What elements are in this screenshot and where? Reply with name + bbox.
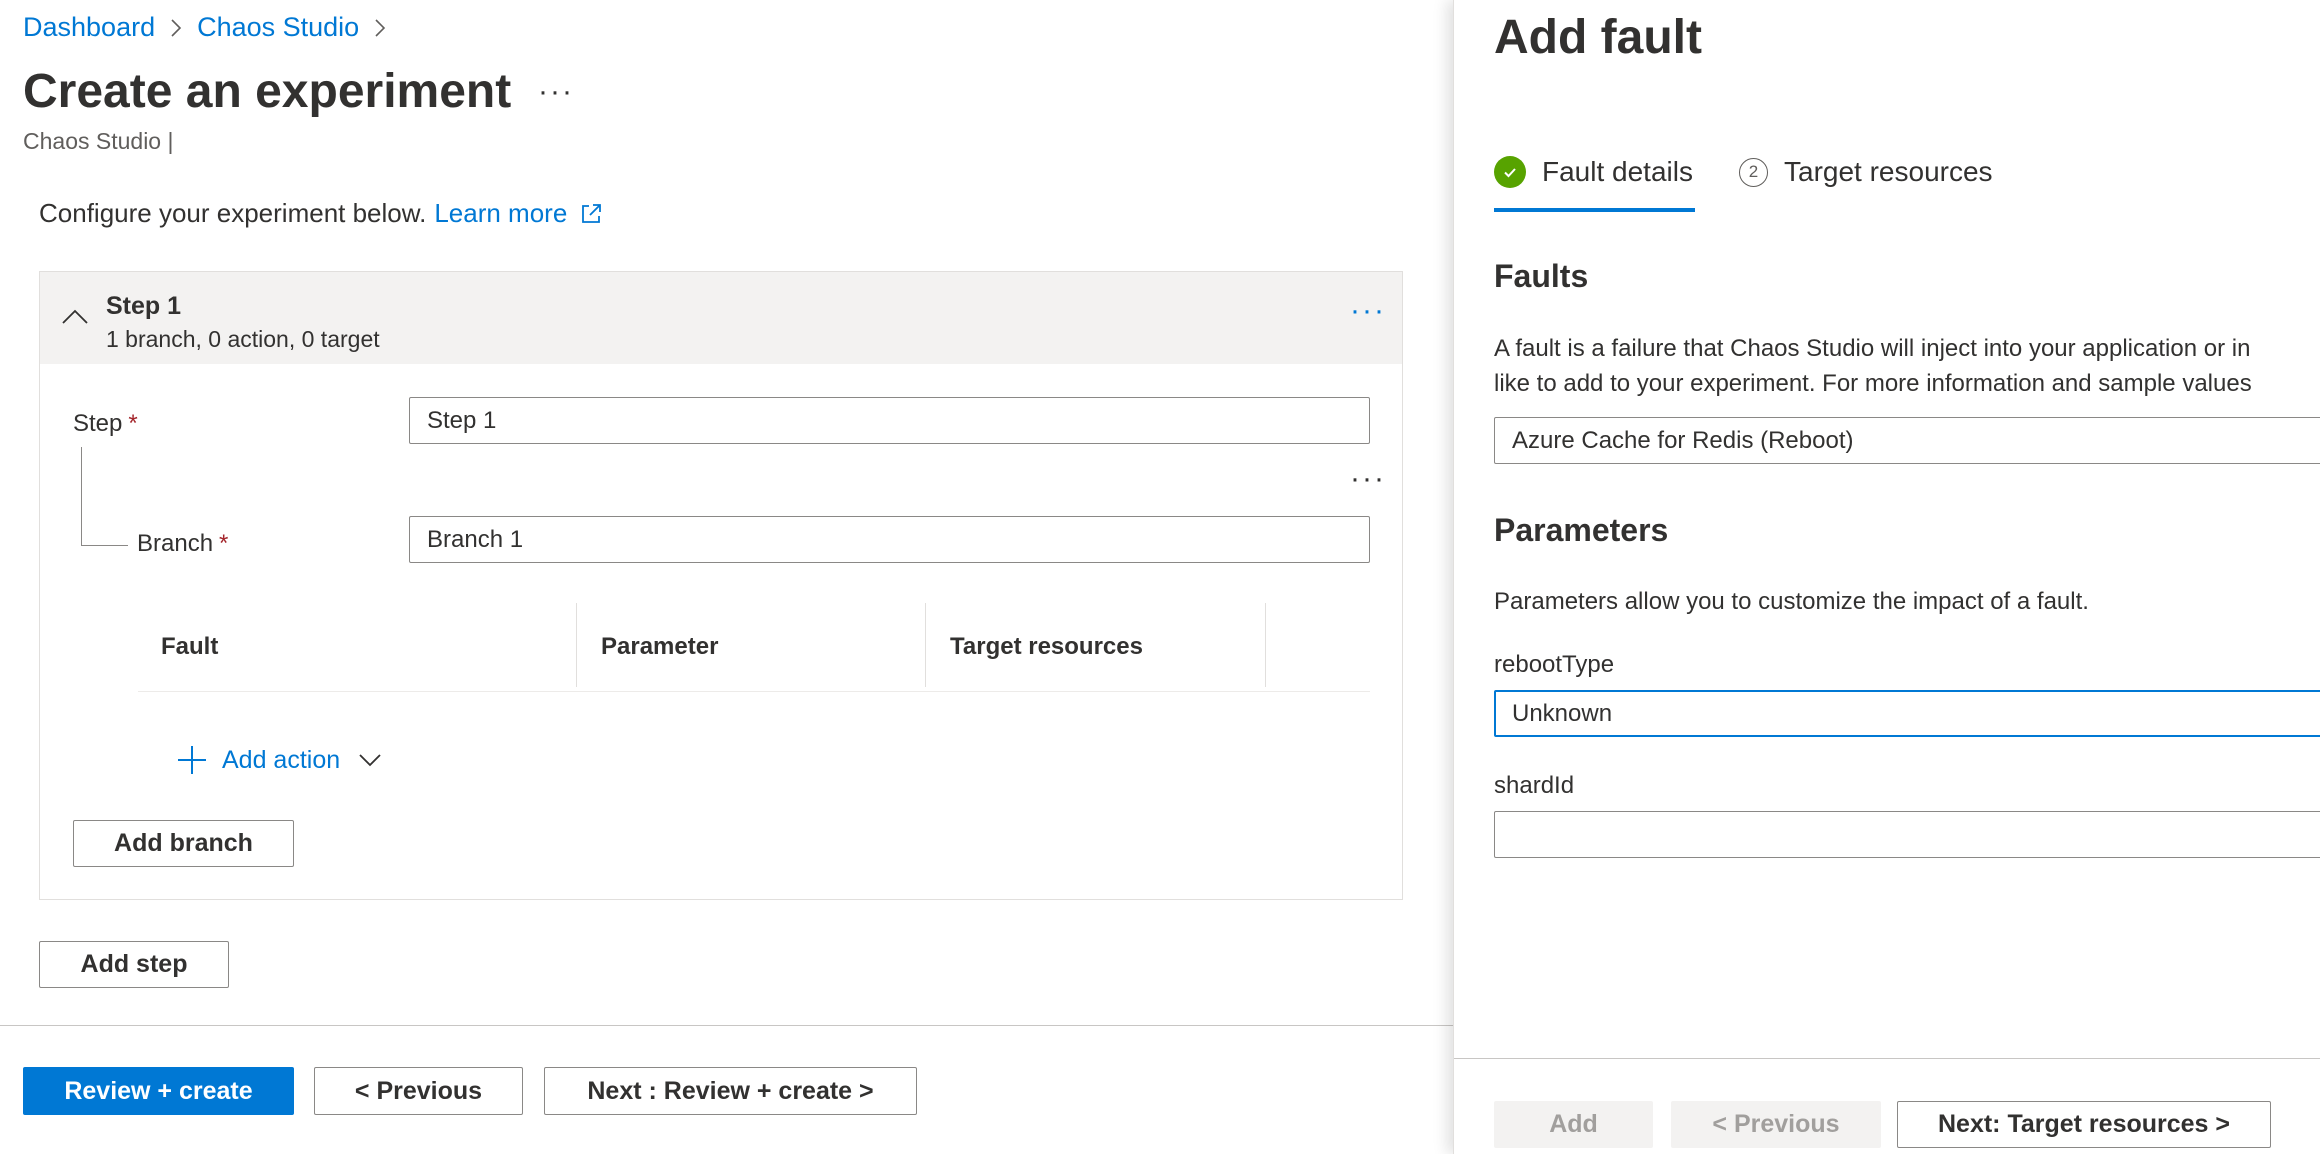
step-summary: 1 branch, 0 action, 0 target: [106, 326, 380, 352]
add-fault-panel: Add fault Fault details 2 Target resourc…: [1453, 0, 2320, 1154]
column-header-parameter: Parameter: [601, 633, 719, 660]
column-divider: [925, 603, 926, 687]
chevron-up-icon[interactable]: [60, 306, 90, 326]
review-create-button[interactable]: Review + create: [23, 1067, 294, 1115]
next-target-resources-button[interactable]: Next: Target resources >: [1897, 1101, 2271, 1148]
add-action-button[interactable]: Add action: [176, 744, 382, 776]
breadcrumb-dashboard[interactable]: Dashboard: [23, 12, 155, 43]
branch-more-options-icon[interactable]: ···: [1350, 462, 1386, 496]
add-step-button[interactable]: Add step: [39, 941, 229, 988]
column-divider: [1265, 603, 1266, 687]
intro-label: Configure your experiment below.: [39, 198, 427, 228]
chevron-right-icon: [169, 17, 183, 39]
step-field-label: Step *: [73, 410, 138, 438]
footer-divider: [0, 1025, 1453, 1026]
faults-heading: Faults: [1494, 258, 1589, 294]
breadcrumb-chaos-studio[interactable]: Chaos Studio: [197, 12, 359, 43]
step-header[interactable]: Step 1 1 branch, 0 action, 0 target ···: [40, 272, 1402, 364]
panel-previous-button[interactable]: < Previous: [1671, 1101, 1881, 1148]
step-card: Step 1 1 branch, 0 action, 0 target ··· …: [39, 271, 1403, 900]
tree-connector: [81, 447, 82, 545]
branch-label-text: Branch: [137, 530, 214, 557]
add-branch-button[interactable]: Add branch: [73, 820, 294, 867]
tab-target-resources[interactable]: 2 Target resources: [1739, 156, 1993, 188]
shard-id-input[interactable]: [1494, 811, 2320, 858]
checkmark-icon: [1494, 156, 1526, 188]
parameters-description: Parameters allow you to customize the im…: [1494, 588, 2089, 615]
add-fault-button[interactable]: Add: [1494, 1101, 1653, 1148]
step-more-options-icon[interactable]: ···: [1350, 294, 1386, 328]
create-experiment-page: Dashboard Chaos Studio Create an experim…: [0, 0, 1453, 1154]
branch-name-input[interactable]: Branch 1: [409, 516, 1370, 563]
step-name-input[interactable]: Step 1: [409, 397, 1370, 444]
add-action-label: Add action: [222, 745, 341, 774]
tree-connector: [81, 545, 128, 546]
column-divider: [576, 603, 577, 687]
page-subtitle: Chaos Studio |: [23, 128, 174, 154]
tab-fault-details[interactable]: Fault details: [1494, 156, 1693, 188]
step-number-badge: 2: [1739, 157, 1768, 187]
parameters-heading: Parameters: [1494, 512, 1669, 548]
previous-button[interactable]: < Previous: [314, 1067, 523, 1115]
shard-id-label: shardId: [1494, 772, 1575, 799]
next-review-create-button[interactable]: Next : Review + create >: [544, 1067, 917, 1115]
branch-field-label: Branch *: [137, 530, 228, 558]
fault-select[interactable]: Azure Cache for Redis (Reboot): [1494, 417, 2320, 464]
faults-description-line-1: A fault is a failure that Chaos Studio w…: [1494, 335, 2251, 362]
plus-icon: [178, 746, 206, 774]
chevron-right-icon: [373, 17, 387, 39]
required-mark: *: [219, 530, 229, 557]
page-title: Create an experiment: [23, 65, 512, 118]
chevron-down-icon[interactable]: [358, 752, 382, 768]
breadcrumb: Dashboard Chaos Studio: [23, 12, 401, 43]
learn-more-link[interactable]: Learn more: [434, 198, 567, 229]
intro-text: Configure your experiment below. Learn m…: [39, 198, 603, 229]
tab-fault-details-label: Fault details: [1542, 156, 1693, 187]
reboot-type-label: rebootType: [1494, 651, 1615, 678]
actions-table-header: Fault Parameter Target resources: [138, 603, 1370, 692]
required-mark: *: [128, 410, 138, 437]
reboot-type-select[interactable]: Unknown: [1494, 690, 2320, 737]
external-link-icon[interactable]: [579, 202, 603, 226]
step-label-text: Step: [73, 410, 123, 437]
active-tab-indicator: [1494, 208, 1695, 212]
panel-title: Add fault: [1494, 11, 1702, 64]
step-title: Step 1: [106, 292, 182, 320]
panel-footer-divider: [1454, 1058, 2320, 1059]
more-options-icon[interactable]: ···: [538, 75, 574, 109]
tab-target-resources-label: Target resources: [1784, 156, 1993, 187]
column-header-target-resources: Target resources: [950, 633, 1143, 660]
column-header-fault: Fault: [161, 633, 219, 660]
faults-description-line-2: like to add to your experiment. For more…: [1494, 370, 2252, 397]
